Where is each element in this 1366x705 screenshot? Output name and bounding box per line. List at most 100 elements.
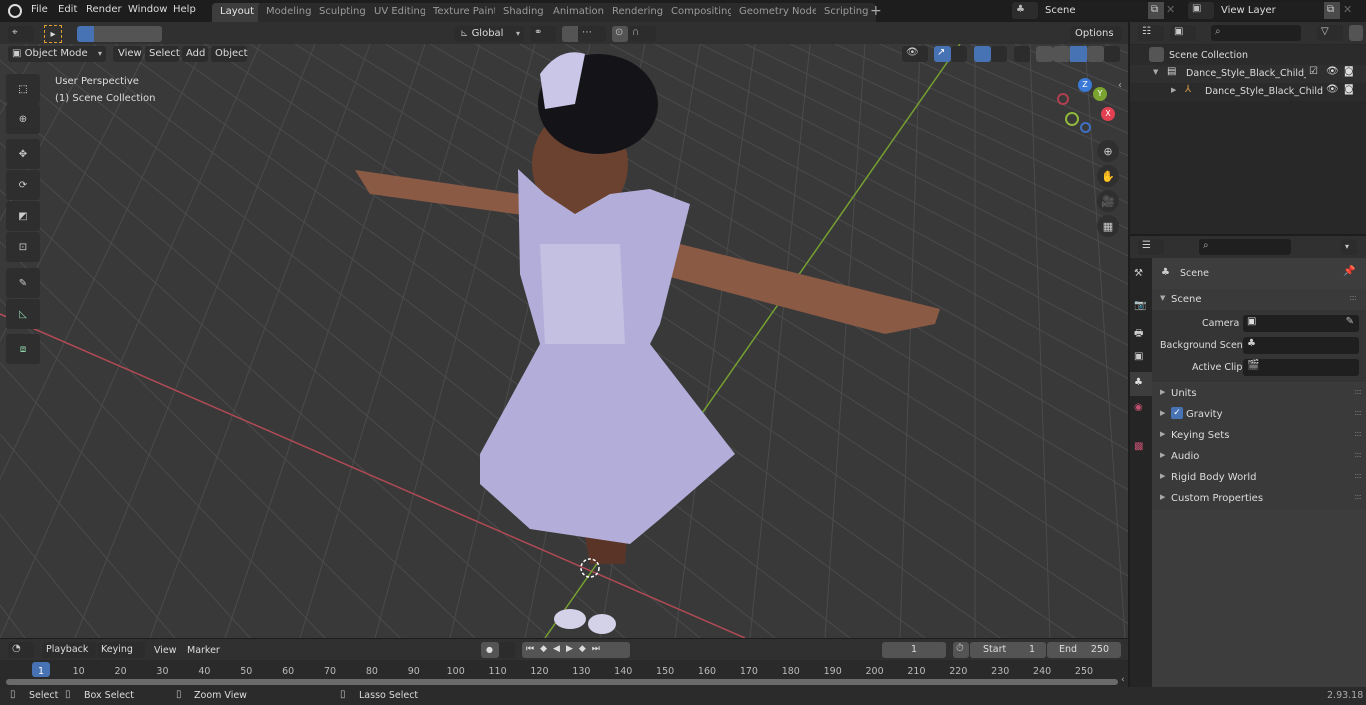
outliner-search-input[interactable]: ⌕ [1211,25,1301,41]
menu-view[interactable]: View [113,46,142,62]
visibility-dropdown[interactable]: 👁 [902,46,928,62]
tool-cursor[interactable]: ⊕ [6,104,40,134]
drag-handle-icon[interactable]: :::: [1354,450,1362,459]
tab-animation[interactable]: Animation [545,3,612,22]
play-reverse-icon[interactable]: ◀ [553,644,566,654]
tool-measure[interactable]: ◺ [6,299,40,329]
expand-arrow-icon[interactable]: ▼ [1153,68,1158,76]
tab-sculpting[interactable]: Sculpting [311,3,374,22]
gizmo-neg-x[interactable] [1057,93,1069,105]
overlays-dropdown[interactable] [991,46,1007,62]
jump-start-icon[interactable]: ⏮ [526,644,540,654]
eye-icon[interactable]: 👁 [1326,66,1339,77]
next-keyframe-icon[interactable]: ◆ [579,644,592,654]
shading-rendered-button[interactable] [1087,46,1104,62]
menu-render[interactable]: Render [86,4,122,15]
gizmo-y-axis[interactable]: Y [1093,87,1107,101]
select-mode-new-button[interactable] [77,26,94,42]
panel-keying-sets[interactable]: ▶ Keying Sets:::: [1152,425,1366,446]
timeline-scrollbar[interactable] [6,679,1118,685]
camera-render-icon[interactable]: ◙ [1344,66,1354,77]
outliner-row-scene-collection[interactable] [1130,45,1366,65]
gizmo-dropdown[interactable] [951,46,967,62]
overlays-toggle[interactable] [974,46,991,62]
auto-keying-toggle[interactable]: ● [481,642,499,658]
gizmo-x-axis[interactable]: X [1101,107,1115,121]
tool-move[interactable]: ✥ [6,139,40,169]
editor-type-button[interactable]: ⌖ [8,26,34,42]
snap-target-dropdown[interactable]: ⋯ [578,26,606,42]
select-mode-intersect-button[interactable] [145,26,162,42]
gizmo-neg-y[interactable] [1065,112,1079,126]
transform-orientation-dropdown[interactable]: ⊾ Global ▾ [454,26,524,42]
current-frame-field[interactable]: 1 [882,642,946,658]
tab-tool-icon[interactable]: ⚒ [1134,268,1143,279]
tab-scripting[interactable]: Scripting [816,3,877,22]
menu-keying[interactable]: Keying [97,642,145,658]
select-mode-invert-button[interactable] [128,26,145,42]
end-frame-field[interactable]: End 250 [1047,642,1121,658]
options-dropdown[interactable]: Options [1070,26,1122,42]
shading-solid-button[interactable] [1053,46,1070,62]
camera-view-button[interactable]: 🎥 [1097,190,1119,212]
background-scene-field[interactable]: ♣ [1243,337,1359,354]
start-frame-field[interactable]: Start 1 [970,642,1046,658]
drag-handle-icon[interactable]: :::: [1354,408,1362,417]
gravity-checkbox[interactable]: ✓ [1171,407,1183,419]
camera-render-icon[interactable]: ◙ [1344,84,1354,95]
proportional-falloff-dropdown[interactable]: ∩ [628,26,656,42]
tab-texture-paint[interactable]: Texture Paint [425,3,506,22]
tab-world-icon[interactable]: ◉ [1134,402,1143,413]
tab-view-layer-icon[interactable]: ▣ [1134,351,1143,362]
drag-handle-icon[interactable]: :::: [1354,492,1362,501]
tab-layout[interactable]: Layout [212,3,262,22]
snap-toggle[interactable] [562,26,578,42]
tab-uv-editing[interactable]: UV Editing [366,3,435,22]
tool-annotate[interactable]: ✎ [6,268,40,298]
shading-material-button[interactable] [1070,46,1087,62]
mode-dropdown[interactable]: ▣ Object Mode ▾ [8,46,106,62]
menu-playback[interactable]: Playback [42,642,96,658]
tab-scene[interactable]: ♣ [1130,372,1152,396]
pan-view-button[interactable]: ✋ [1097,165,1119,187]
playback-controls[interactable]: ⏮◆◀▶◆⏭ [522,642,630,658]
select-mode-extend-button[interactable] [94,26,111,42]
proportional-editing-toggle[interactable]: ⊙ [612,26,628,42]
pivot-point-dropdown[interactable]: ⚭ [530,26,556,42]
gizmo-neg-z[interactable] [1080,122,1091,133]
zoom-view-button[interactable]: ⊕ [1097,140,1119,162]
tool-select-box[interactable]: ⬚ [6,74,40,104]
drag-handle-icon[interactable]: :::: [1354,387,1362,396]
tool-add-cube[interactable]: ⧈ [6,334,40,364]
tab-render-icon[interactable]: 📷 [1134,300,1146,311]
preview-range-toggle[interactable]: ⏱ [953,642,969,658]
display-mode-dropdown[interactable]: ▣ [1170,25,1196,41]
tab-output-icon[interactable]: 🖶 [1134,326,1143,343]
add-workspace-button[interactable]: + [870,3,882,19]
new-scene-button[interactable]: ⧉ [1148,2,1164,19]
drag-handle-icon[interactable]: :::: [1354,471,1362,480]
drag-handle-icon[interactable]: :::: [1349,293,1357,302]
jump-end-icon[interactable]: ⏭ [592,644,606,654]
tool-scale[interactable]: ◩ [6,201,40,231]
3d-viewport[interactable]: User Perspective (1) Scene Collection ⬚ … [0,44,1128,638]
tab-texture-icon[interactable]: ▩ [1134,441,1143,452]
menu-object[interactable]: Object [211,46,248,62]
prev-keyframe-icon[interactable]: ◆ [540,644,553,654]
drag-handle-icon[interactable]: :::: [1354,429,1362,438]
tab-compositing[interactable]: Compositing [663,3,742,22]
menu-window[interactable]: Window [128,4,167,15]
gizmo-toggle[interactable]: ↗ [934,46,951,62]
view-layer-name-field[interactable]: View Layer [1215,2,1323,19]
perspective-toggle-button[interactable]: ▦ [1097,215,1119,237]
shading-wireframe-button[interactable] [1036,46,1053,62]
delete-view-layer-button[interactable]: ✕ [1343,3,1352,16]
exclude-checkbox[interactable]: ☑ [1309,66,1318,77]
xray-toggle[interactable] [1014,46,1030,62]
outliner-editor-type-button[interactable]: ☷ [1138,25,1164,41]
menu-edit[interactable]: Edit [58,4,77,15]
keying-dropdown[interactable] [499,642,515,658]
filter-dropdown[interactable]: ▽ [1317,25,1343,41]
eye-icon[interactable]: 👁 [1326,84,1339,95]
timeline-sidebar-toggle-icon[interactable]: ‹ [1121,675,1125,685]
